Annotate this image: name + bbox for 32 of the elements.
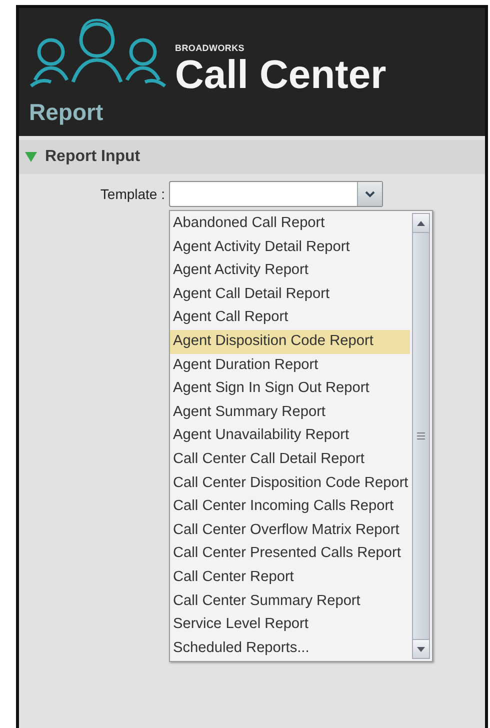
dropdown-option[interactable]: Abandoned Call Report	[170, 212, 410, 236]
dropdown-option[interactable]: Agent Disposition Code Report	[170, 330, 410, 354]
scroll-down-icon[interactable]	[417, 646, 426, 652]
dropdown-option[interactable]: Call Center Call Detail Report	[170, 448, 410, 472]
dropdown-option[interactable]: Service Level Report	[170, 613, 410, 637]
agents-logo-icon	[29, 18, 167, 90]
dropdown-option[interactable]: Call Center Report	[170, 566, 410, 590]
scrollbar[interactable]	[412, 213, 430, 660]
dropdown-option[interactable]: Agent Sign In Sign Out Report	[170, 377, 410, 401]
dropdown-option[interactable]: Agent Call Report	[170, 306, 410, 330]
dropdown-option[interactable]: Agent Duration Report	[170, 354, 410, 378]
page-title: Report	[29, 99, 104, 126]
dropdown-option[interactable]: Agent Call Detail Report	[170, 282, 410, 306]
scroll-up-icon[interactable]	[417, 220, 426, 226]
brand-name: BROADWORKS	[175, 43, 244, 53]
dropdown-option[interactable]: Call Center Presented Calls Report	[170, 542, 410, 566]
dropdown-option[interactable]: Agent Unavailability Report	[170, 424, 410, 448]
dropdown-option[interactable]: Call Center Disposition Code Report	[170, 472, 410, 496]
dropdown-option[interactable]: Agent Activity Report	[170, 259, 410, 283]
dropdown-option[interactable]: Call Center Summary Report	[170, 590, 410, 614]
chevron-down-icon	[365, 190, 375, 198]
template-label: Template :	[100, 186, 165, 202]
dropdown-option[interactable]: Call Center Overflow Matrix Report	[170, 518, 410, 542]
dropdown-option[interactable]: Scheduled Reports...	[170, 636, 410, 660]
grip-icon	[417, 432, 426, 440]
expand-triangle-icon[interactable]	[25, 152, 37, 162]
product-title: Call Center	[175, 55, 386, 95]
dropdown-option[interactable]: Call Center Incoming Calls Report	[170, 495, 410, 519]
dropdown-option[interactable]: Agent Summary Report	[170, 400, 410, 424]
template-dropdown[interactable]	[169, 181, 383, 207]
section-title: Report Input	[45, 148, 140, 166]
dropdown-option[interactable]: Agent Activity Detail Report	[170, 236, 410, 260]
